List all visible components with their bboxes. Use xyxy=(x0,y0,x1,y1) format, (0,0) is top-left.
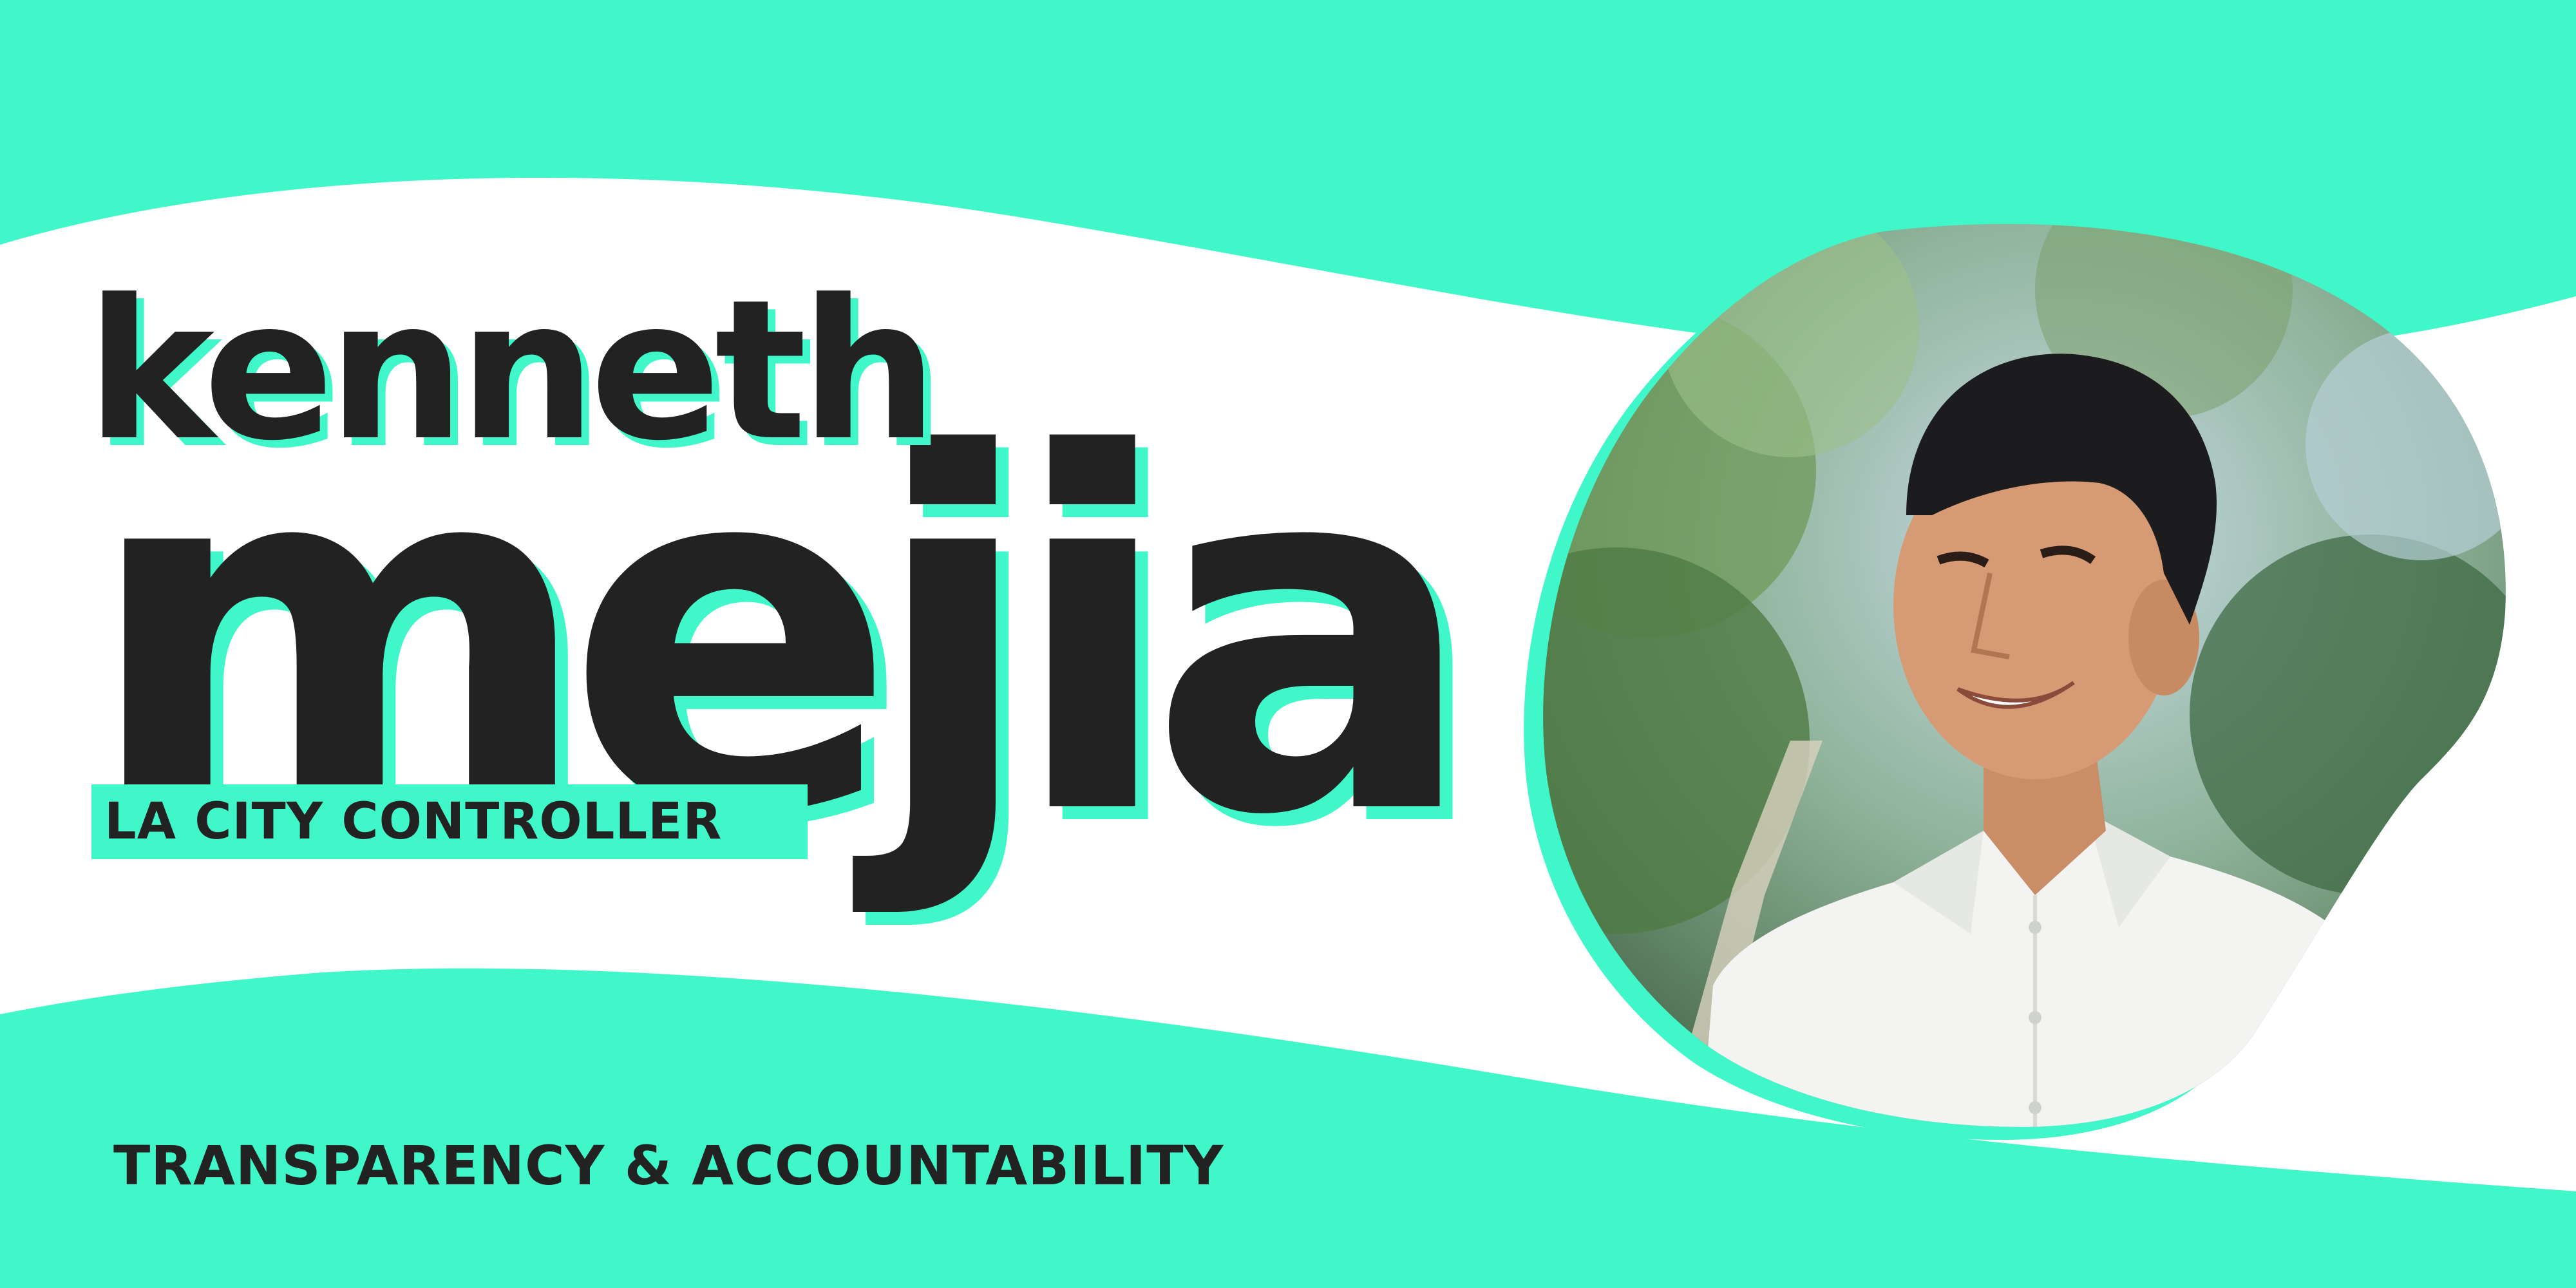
slogan: TRANSPARENCY & ACCOUNTABILITY xyxy=(113,1134,1224,1197)
candidate-first-name: kenneth xyxy=(86,258,938,483)
role-tag: LA CITY CONTROLLER xyxy=(91,784,808,859)
campaign-banner: mejia kenneth LA CITY CONTROLLER TRANSPA… xyxy=(0,0,2576,1288)
candidate-photo xyxy=(1524,223,2506,1140)
photo-content xyxy=(1543,223,2506,1127)
role-label: LA CITY CONTROLLER xyxy=(104,793,723,851)
